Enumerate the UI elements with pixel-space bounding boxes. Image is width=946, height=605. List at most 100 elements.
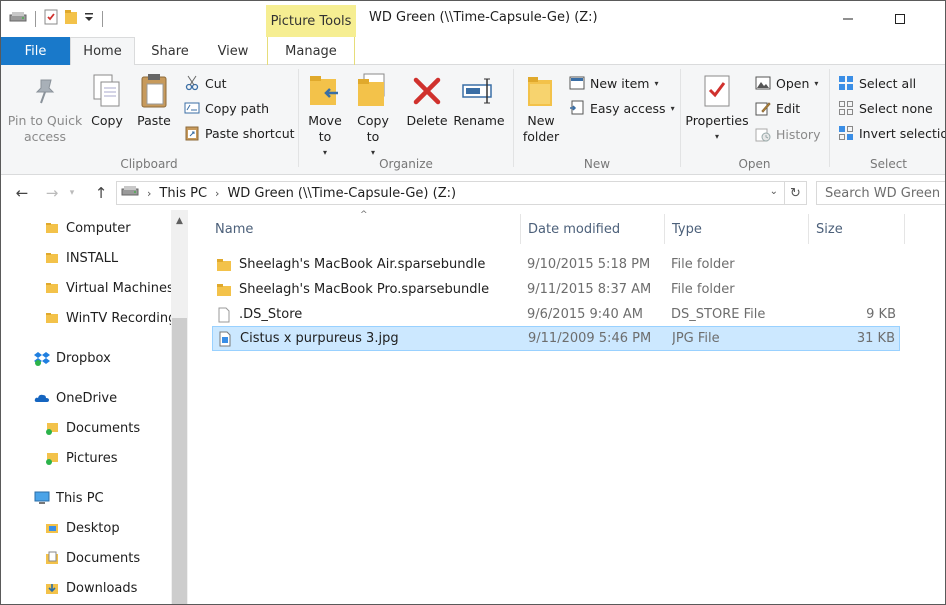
nav-item-onedrive[interactable]: OneDrive	[34, 383, 117, 413]
file-name-cell: Sheelagh's MacBook Pro.sparsebundle	[216, 282, 489, 298]
synced-folder-icon	[44, 450, 60, 466]
file-name-cell: .DS_Store	[216, 307, 302, 323]
minimize-button[interactable]	[825, 1, 871, 37]
refresh-button[interactable]: ↻	[784, 182, 806, 204]
organize-group: Move to ▾ Copy to ▾ Delete Rename Organi…	[299, 65, 513, 175]
file-name: Sheelagh's MacBook Air.sparsebundle	[239, 257, 486, 272]
breadcrumb-this-pc[interactable]: This PC	[159, 186, 207, 201]
new-folder-button[interactable]: New folder	[520, 71, 562, 145]
column-header-type[interactable]: Type	[665, 214, 809, 244]
new-folder-qat-icon[interactable]	[64, 9, 78, 28]
copy-path-label: Copy path	[205, 100, 270, 116]
rename-button[interactable]: Rename	[453, 71, 505, 129]
nav-item-documents[interactable]: Documents	[44, 543, 140, 573]
forward-button[interactable]: →	[41, 182, 63, 204]
tab-share[interactable]: Share	[141, 37, 199, 65]
nav-item-computer[interactable]: Computer	[44, 213, 131, 243]
cut-button[interactable]: Cut	[184, 73, 227, 93]
up-arrow-icon: ↑	[94, 184, 108, 202]
select-none-label: Select none	[859, 100, 933, 116]
nav-label: This PC	[56, 490, 104, 506]
nav-item-this-pc[interactable]: This PC	[34, 483, 104, 513]
copy-to-button[interactable]: Copy to ▾	[353, 71, 393, 161]
properties-qat-icon[interactable]	[44, 9, 58, 28]
ribbon-tabs: File Home Share View Manage	[1, 37, 945, 66]
open-group-label: Open	[738, 157, 771, 171]
breadcrumb-chevron-icon: ›	[147, 186, 152, 200]
tab-file[interactable]: File	[1, 37, 70, 65]
select-all-button[interactable]: Select all	[838, 73, 916, 93]
column-header-size[interactable]: Size	[809, 214, 905, 244]
paste-label: Paste	[137, 113, 171, 128]
open-image-icon	[755, 75, 771, 91]
nav-item-dropbox[interactable]: Dropbox	[34, 343, 111, 373]
nav-item-install[interactable]: INSTALL	[44, 243, 118, 273]
invert-selection-icon	[838, 125, 854, 141]
explorer-window: Picture Tools WD Green (\\Time-Capsule-G…	[0, 0, 946, 605]
select-none-button[interactable]: Select none	[838, 98, 933, 118]
nav-pane-scrollbar[interactable]: ▲	[171, 210, 188, 604]
delete-button[interactable]: Delete	[405, 71, 449, 129]
file-list: ^ Name Date modified Type Size Sheelagh'…	[190, 210, 945, 604]
address-bar[interactable]: › This PC › WD Green (\\Time-Capsule-Ge)…	[116, 181, 807, 205]
navigation-bar: ← → ▾ ↑ › This PC › WD Green (\\Time-Cap…	[1, 176, 945, 210]
tab-home[interactable]: Home	[70, 37, 135, 66]
history-button[interactable]: History	[755, 124, 820, 144]
paste-shortcut-icon	[184, 125, 200, 141]
nav-item-wintv-recording[interactable]: WinTV Recording	[44, 303, 176, 333]
nav-item-downloads[interactable]: Downloads	[44, 573, 137, 603]
address-dropdown-icon[interactable]: ⌄	[770, 186, 778, 197]
new-item-icon	[569, 75, 585, 91]
pin-to-quick-access-button[interactable]: Pin to Quick access	[7, 71, 83, 145]
invert-selection-label: Invert selection	[859, 125, 945, 141]
file-name: Cistus x purpureus 3.jpg	[240, 331, 399, 346]
history-label: History	[776, 126, 821, 142]
new-group: New folder New item ▾ Easy access ▾ New	[514, 65, 680, 175]
scrollbar-thumb[interactable]	[172, 318, 187, 604]
open-button[interactable]: Open ▾	[755, 73, 818, 93]
nav-item-onedrive-documents[interactable]: Documents	[44, 413, 140, 443]
back-button[interactable]: ←	[11, 182, 33, 204]
edit-button[interactable]: Edit	[755, 98, 800, 118]
recent-locations-button[interactable]: ▾	[64, 182, 80, 204]
up-button[interactable]: ↑	[90, 182, 112, 204]
breadcrumb-location[interactable]: WD Green (\\Time-Capsule-Ge) (Z:)	[227, 186, 456, 201]
scroll-up-icon[interactable]: ▲	[171, 214, 188, 228]
copy-path-button[interactable]: Copy path	[184, 98, 269, 118]
nav-label: Virtual Machines	[66, 280, 174, 296]
file-date: 9/11/2009 5:46 PM	[528, 331, 652, 346]
column-header-date[interactable]: Date modified	[521, 214, 665, 244]
new-item-button[interactable]: New item ▾	[569, 73, 659, 93]
folder-icon	[44, 250, 60, 266]
file-row[interactable]: Sheelagh's MacBook Air.sparsebundle 9/10…	[212, 252, 900, 277]
file-type: File folder	[671, 257, 735, 272]
file-row[interactable]: Sheelagh's MacBook Pro.sparsebundle 9/11…	[212, 277, 900, 302]
nav-item-virtual-machines[interactable]: Virtual Machines	[44, 273, 174, 303]
invert-selection-button[interactable]: Invert selection	[838, 123, 945, 143]
easy-access-button[interactable]: Easy access ▾	[569, 98, 675, 118]
select-all-icon	[838, 75, 854, 91]
nav-item-onedrive-pictures[interactable]: Pictures	[44, 443, 117, 473]
maximize-button[interactable]	[877, 1, 923, 37]
address-drive-icon	[121, 184, 139, 202]
search-input[interactable]: Search WD Green ...	[816, 181, 945, 205]
copy-button[interactable]: Copy	[87, 71, 127, 129]
tab-manage[interactable]: Manage	[267, 37, 355, 65]
nav-label: Desktop	[66, 520, 120, 536]
customize-qat-icon[interactable]	[84, 11, 94, 26]
file-date: 9/11/2015 8:37 AM	[527, 282, 652, 297]
nav-item-desktop[interactable]: Desktop	[44, 513, 120, 543]
paste-shortcut-button[interactable]: Paste shortcut	[184, 123, 295, 143]
tab-view[interactable]: View	[205, 37, 261, 65]
column-header-name[interactable]: Name	[208, 214, 521, 244]
minimize-icon	[843, 18, 853, 20]
copy-to-label: Copy to	[357, 113, 389, 144]
move-to-button[interactable]: Move to ▾	[305, 71, 345, 161]
paste-button[interactable]: Paste	[133, 71, 175, 129]
new-item-caret-icon: ▾	[654, 78, 659, 88]
quick-access-toolbar	[9, 9, 105, 28]
file-row[interactable]: .DS_Store 9/6/2015 9:40 AM DS_STORE File…	[212, 302, 900, 327]
file-row-selected[interactable]: Cistus x purpureus 3.jpg 9/11/2009 5:46 …	[212, 326, 900, 351]
properties-button[interactable]: Properties ▾	[685, 71, 749, 145]
title-bar: Picture Tools WD Green (\\Time-Capsule-G…	[1, 1, 945, 37]
